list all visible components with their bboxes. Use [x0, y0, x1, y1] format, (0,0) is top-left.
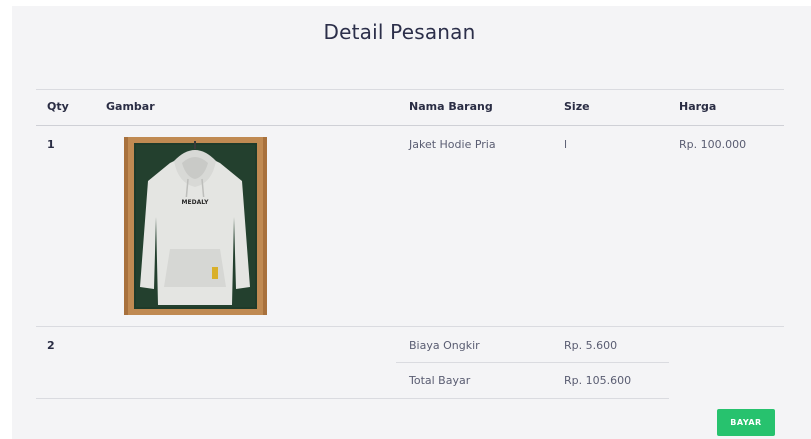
header-nama-barang: Nama Barang	[409, 100, 493, 113]
row-divider-3	[36, 398, 669, 399]
header-size: Size	[564, 100, 590, 113]
item-qty: 1	[47, 138, 55, 151]
header-gambar: Gambar	[106, 100, 155, 113]
total-label: Total Bayar	[409, 374, 471, 387]
total-value: Rp. 105.600	[564, 374, 632, 387]
header-harga: Harga	[679, 100, 717, 113]
item-size: l	[564, 138, 568, 151]
page-title: Detail Pesanan	[323, 20, 476, 44]
shipping-label: Biaya Ongkir	[409, 339, 480, 352]
shipping-value: Rp. 5.600	[564, 339, 618, 352]
hoodie-logo-text: MEDALY	[182, 199, 210, 206]
product-image: MEDALY	[124, 137, 267, 315]
row-divider-1	[36, 326, 784, 327]
table-header-bottom-border	[36, 125, 784, 126]
item-harga: Rp. 100.000	[679, 138, 747, 151]
order-detail-panel: Detail Pesanan Qty Gambar Nama Barang Si…	[12, 6, 811, 439]
header-qty: Qty	[47, 100, 69, 113]
item-nama-barang: Jaket Hodie Pria	[409, 138, 496, 151]
shipping-qty: 2	[47, 339, 55, 352]
row-divider-2	[396, 362, 669, 363]
bayar-button[interactable]: BAYAR	[717, 409, 775, 436]
hoodie-image: MEDALY	[124, 137, 267, 315]
table-header-top-border	[36, 89, 784, 90]
